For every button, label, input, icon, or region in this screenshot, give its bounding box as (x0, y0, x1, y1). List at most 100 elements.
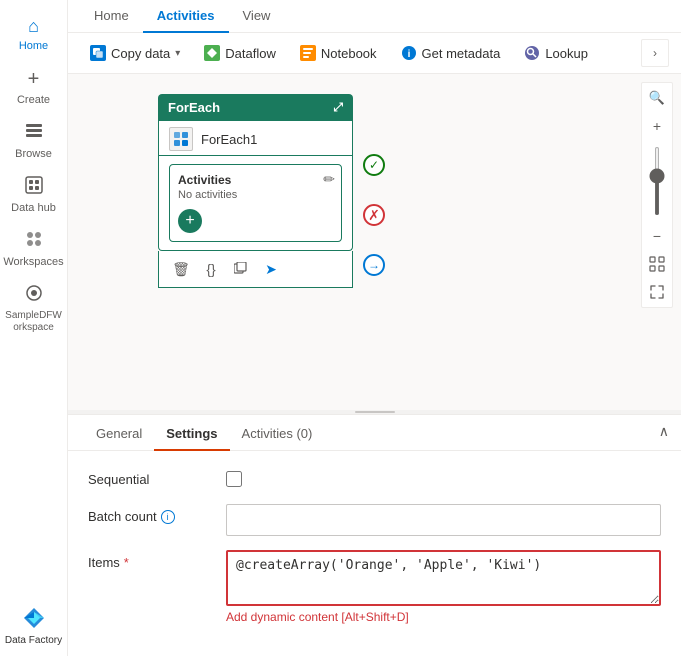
tab-view[interactable]: View (229, 0, 285, 33)
home-icon: ⌂ (28, 16, 39, 37)
sequential-label: Sequential (88, 467, 218, 487)
copy-data-dropdown-arrow: ▾ (175, 48, 180, 59)
foreach-title-row: ForEach1 (158, 121, 353, 156)
foreach-title: ForEach (168, 100, 220, 115)
data-factory-logo[interactable]: Data Factory (0, 594, 67, 656)
zoom-in-button[interactable]: + (644, 113, 670, 139)
items-control: Add dynamic content [Alt+Shift+D] (226, 550, 661, 624)
sidebar-item-sampleworkspace-label: SampleDFW orkspace (4, 310, 63, 334)
workspaces-icon (25, 230, 43, 253)
sidebar-item-home-label: Home (19, 40, 48, 52)
main-content: Home Activities View Copy data ▾ Dataflo… (68, 0, 681, 656)
toolbar-more-button[interactable]: › (641, 39, 669, 67)
tab-settings[interactable]: Settings (154, 418, 229, 451)
panel-collapse-button[interactable]: ∧ (659, 423, 669, 440)
delete-node-button[interactable]: 🗑 (169, 257, 193, 281)
items-row: Items * Add dynamic content [Alt+Shift+D… (88, 550, 661, 624)
batch-count-input[interactable] (226, 504, 661, 536)
activities-inner-label: Activities (178, 173, 333, 187)
node-toolbar: 🗑 {} ➤ (158, 251, 353, 288)
add-activity-button[interactable]: + (178, 209, 202, 233)
notebook-label: Notebook (321, 46, 377, 61)
completion-connector[interactable]: → (363, 254, 385, 276)
dataflow-icon (204, 45, 220, 61)
settings-form: Sequential Batch count i Items (68, 451, 681, 640)
panel-tabs: General Settings Activities (0) ∧ (68, 415, 681, 451)
foreach-expand-icon[interactable]: ⤢ (333, 100, 343, 115)
get-metadata-button[interactable]: i Get metadata (391, 40, 511, 66)
get-metadata-label: Get metadata (422, 46, 501, 61)
sidebar-item-workspaces[interactable]: Workspaces (0, 222, 67, 276)
expand-view-button[interactable] (644, 279, 670, 305)
items-label: Items * (88, 550, 218, 570)
copy-data-icon (90, 45, 106, 61)
sidebar-item-sampleworkspace[interactable]: SampleDFW orkspace (0, 276, 67, 342)
sidebar-bottom: Data Factory (0, 594, 67, 656)
success-connector[interactable]: ✓ (363, 154, 385, 176)
sidebar-item-browse[interactable]: Browse (0, 114, 67, 168)
batch-count-label: Batch count i (88, 504, 218, 524)
batch-count-row: Batch count i (88, 504, 661, 536)
sampleworkspace-icon (25, 284, 43, 307)
sidebar-item-browse-label: Browse (15, 148, 52, 160)
browse-icon (25, 122, 43, 145)
tab-activities-count[interactable]: Activities (0) (230, 418, 325, 451)
activities-box: ✏ Activities No activities + (169, 164, 342, 242)
lookup-icon (524, 45, 540, 61)
toolbar: Copy data ▾ Dataflow Notebook i Get meta… (68, 33, 681, 74)
notebook-button[interactable]: Notebook (290, 40, 387, 66)
lookup-label: Lookup (545, 46, 588, 61)
fit-to-screen-button[interactable] (644, 251, 670, 277)
create-icon: + (28, 68, 40, 91)
foreach-node: ForEach ⤢ ForEach1 ✏ Activities No activ… (158, 94, 353, 288)
zoom-search-icon[interactable]: 🔍 (644, 85, 670, 111)
dataflow-button[interactable]: Dataflow (194, 40, 286, 66)
sidebar-item-create-label: Create (17, 94, 50, 106)
batch-count-info-icon[interactable]: i (161, 510, 175, 524)
tab-activities[interactable]: Activities (143, 0, 229, 33)
sidebar-item-datahub-label: Data hub (11, 202, 56, 214)
sidebar-item-workspaces-label: Workspaces (3, 256, 63, 268)
bottom-panel: General Settings Activities (0) ∧ Sequen… (68, 414, 681, 656)
copy-node-button[interactable] (229, 257, 253, 281)
edit-activities-button[interactable]: ✏ (323, 171, 335, 188)
data-factory-label: Data Factory (5, 635, 62, 646)
foreach-node-name: ForEach1 (201, 132, 257, 147)
tab-general[interactable]: General (84, 418, 154, 451)
zoom-slider[interactable] (655, 146, 659, 216)
zoom-out-button[interactable]: − (644, 223, 670, 249)
foreach-node-icon (169, 127, 193, 151)
tab-home[interactable]: Home (80, 0, 143, 33)
sidebar-item-datahub[interactable]: Data hub (0, 168, 67, 222)
items-textarea[interactable] (226, 550, 661, 606)
zoom-slider-container (655, 141, 659, 221)
datahub-icon (25, 176, 43, 199)
data-factory-icon (20, 604, 48, 632)
top-nav: Home Activities View (68, 0, 681, 33)
foreach-header: ForEach ⤢ (158, 94, 353, 121)
canvas-area[interactable]: ForEach ⤢ ForEach1 ✏ Activities No activ… (68, 74, 681, 414)
sequential-control (226, 467, 661, 490)
run-node-button[interactable]: ➤ (259, 257, 283, 281)
sidebar-item-home[interactable]: ⌂ Home (0, 8, 67, 60)
svg-text:i: i (407, 49, 410, 60)
failure-connector[interactable]: ✗ (363, 204, 385, 226)
notebook-icon (300, 45, 316, 61)
code-node-button[interactable]: {} (199, 257, 223, 281)
batch-count-control (226, 504, 661, 536)
zoom-controls: 🔍 + − (641, 82, 673, 308)
activities-sub-label: No activities (178, 189, 333, 201)
resize-handle[interactable] (68, 410, 681, 414)
items-required-marker: * (124, 555, 129, 570)
copy-data-button[interactable]: Copy data ▾ (80, 40, 190, 66)
sequential-checkbox[interactable] (226, 471, 242, 487)
lookup-button[interactable]: Lookup (514, 40, 598, 66)
side-connectors: ✓ ✗ → (363, 154, 385, 276)
dynamic-content-link[interactable]: Add dynamic content [Alt+Shift+D] (226, 610, 409, 624)
resize-handle-bar (355, 411, 395, 413)
copy-data-label: Copy data (111, 46, 170, 61)
sidebar: ⌂ Home + Create Browse Data hub Workspac… (0, 0, 68, 656)
sidebar-item-create[interactable]: + Create (0, 60, 67, 114)
sequential-row: Sequential (88, 467, 661, 490)
get-metadata-icon: i (401, 45, 417, 61)
